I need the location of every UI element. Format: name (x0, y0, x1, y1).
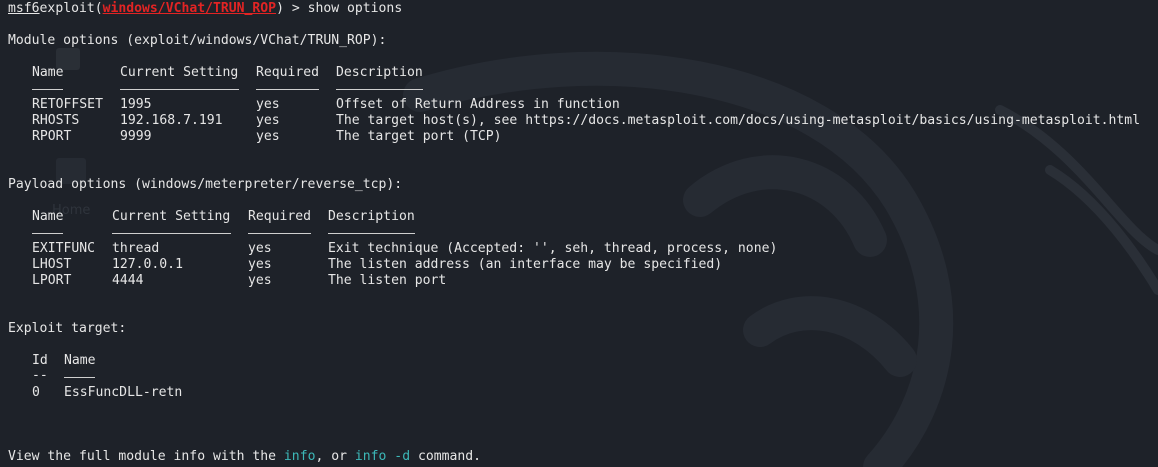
po-row-name: LPORT (32, 273, 72, 288)
footer-info-d-command: info -d (354, 449, 411, 464)
footer-suffix: command. (410, 449, 482, 464)
po-header-name: Name (32, 209, 64, 224)
mo-header-required: Required (256, 65, 320, 80)
po-underline-name (32, 233, 63, 234)
terminal-output: msf6exploit(windows/VChat/TRUN_ROP) > sh… (0, 0, 1158, 467)
mo-row-required: yes (256, 97, 280, 112)
mo-row-required: yes (256, 113, 280, 128)
po-row-required: yes (248, 257, 272, 272)
po-row-name: EXITFUNC (32, 241, 96, 256)
mo-row-description: The target host(s), see https://docs.met… (336, 113, 1141, 128)
mo-header-description: Description (336, 65, 423, 80)
mo-header-setting: Current Setting (120, 65, 239, 80)
prompt-module-name: windows/VChat/TRUN_ROP (102, 1, 277, 16)
po-underline-description (328, 233, 415, 234)
mo-row-setting: 1995 (120, 97, 152, 112)
prompt-msf: msf6 (8, 1, 40, 16)
mo-row-description: The target port (TCP) (336, 129, 502, 144)
exploit-target-heading: Exploit target: (8, 321, 127, 336)
po-row-name: LHOST (32, 257, 72, 272)
mo-row-name: RHOSTS (32, 113, 80, 128)
mo-row-description: Offset of Return Address in function (336, 97, 620, 112)
po-underline-setting (112, 233, 231, 234)
mo-header-name: Name (32, 65, 64, 80)
po-row-description: Exit technique (Accepted: '', seh, threa… (328, 241, 778, 256)
po-row-setting: 4444 (112, 273, 144, 288)
prompt-command: > show options (283, 1, 403, 16)
po-row-setting: 127.0.0.1 (112, 257, 183, 272)
mo-row-setting: 9999 (120, 129, 152, 144)
po-header-description: Description (328, 209, 415, 224)
mo-row-required: yes (256, 129, 280, 144)
mo-underline-name (32, 89, 63, 90)
po-row-description: The listen port (328, 273, 447, 288)
mo-row-name: RETOFFSET (32, 97, 103, 112)
et-underline-name (64, 377, 95, 378)
po-row-required: yes (248, 273, 272, 288)
payload-options-heading: Payload options (windows/meterpreter/rev… (8, 177, 403, 192)
module-options-heading: Module options (exploit/windows/VChat/TR… (8, 33, 387, 48)
po-row-setting: thread (112, 241, 160, 256)
prompt-exploit-open: exploit( (39, 1, 103, 16)
mo-row-name: RPORT (32, 129, 72, 144)
po-row-description: The listen address (an interface may be … (328, 257, 723, 272)
po-header-setting: Current Setting (112, 209, 231, 224)
et-underline-id: -- (32, 368, 48, 383)
footer-info-command: info (283, 449, 316, 464)
prompt-line: msf6exploit(windows/VChat/TRUN_ROP) > sh… (8, 1, 402, 17)
footer-prefix: View the full module info with the (8, 449, 284, 464)
po-row-required: yes (248, 241, 272, 256)
mo-row-setting: 192.168.7.191 (120, 113, 223, 128)
et-row-id: 0 (32, 385, 40, 400)
et-header-name: Name (64, 353, 96, 368)
mo-underline-setting (120, 89, 239, 90)
mo-underline-description (336, 89, 423, 90)
footer-info-line: View the full module info with the info,… (8, 449, 481, 465)
prompt-exploit-close: ) (276, 1, 284, 16)
po-underline-required (248, 233, 311, 234)
et-header-id: Id (32, 353, 48, 368)
et-row-name: EssFuncDLL-retn (64, 385, 183, 400)
mo-underline-required (256, 89, 319, 90)
po-header-required: Required (248, 209, 312, 224)
footer-middle: , or (315, 449, 355, 464)
